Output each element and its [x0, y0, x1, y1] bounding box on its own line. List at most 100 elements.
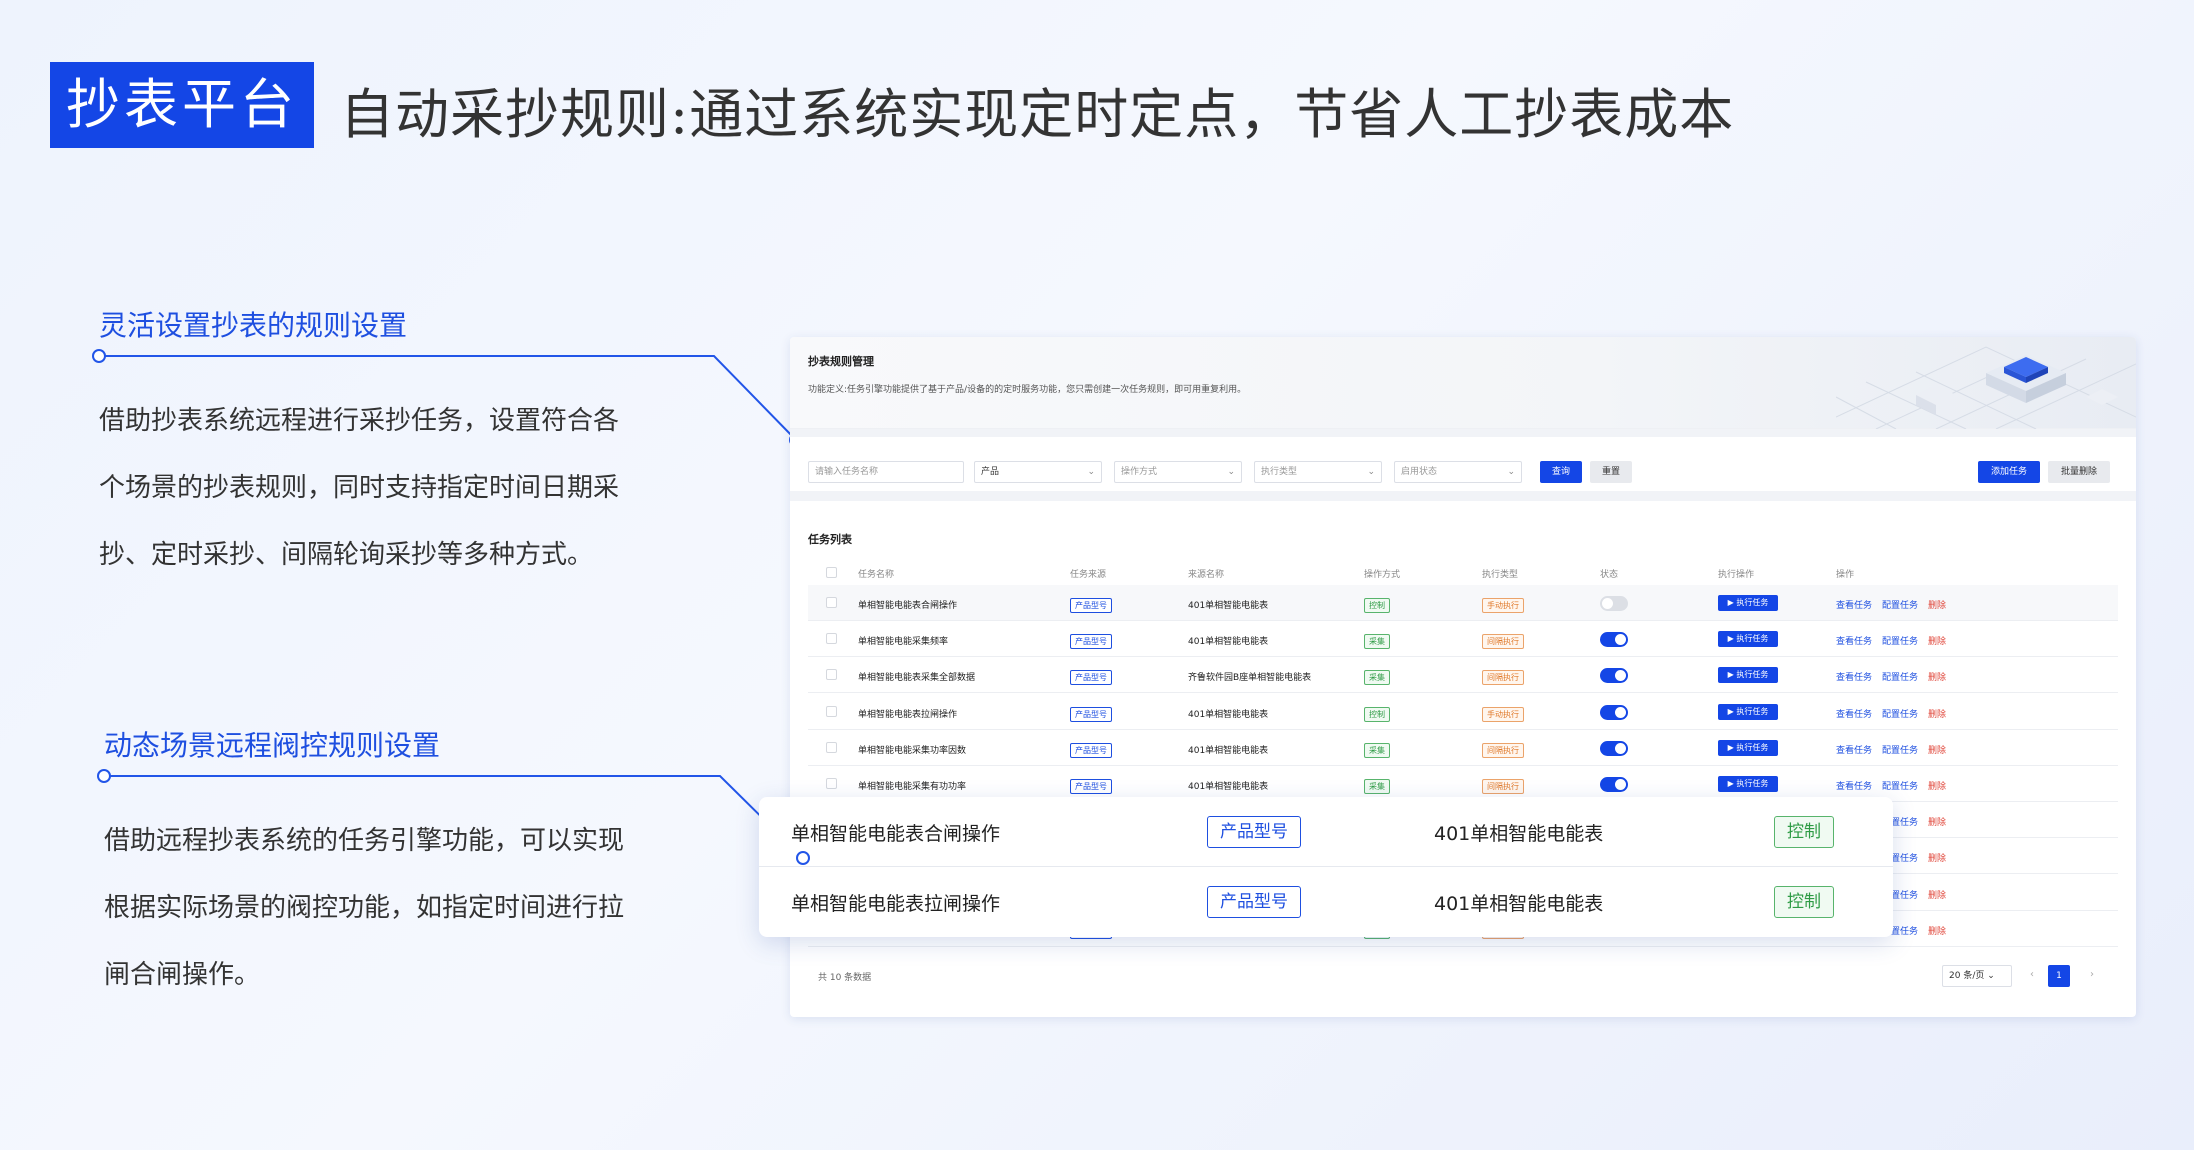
feature-desc-line: 个场景的抄表规则，同时支持指定时间日期采 [99, 473, 620, 503]
exec-type-select[interactable]: 执行类型 ⌄ [1254, 461, 1382, 483]
row-view-link[interactable]: 查看任务 [1836, 598, 1872, 611]
row-source-tag: 产品型号 [1070, 634, 1112, 650]
reset-button[interactable]: 重置 [1590, 461, 1632, 483]
row-source-name: 401单相智能电能表 [1188, 782, 1269, 792]
row-config-link[interactable]: 配置任务 [1882, 707, 1918, 720]
chevron-down-icon: ⌄ [1987, 971, 1995, 981]
row-delete-link[interactable]: 删除 [1928, 779, 1946, 792]
row-task-name: 单相智能电能表合闸操作 [858, 601, 958, 611]
row-status-toggle[interactable] [1600, 596, 1628, 611]
isometric-server-illustration [1836, 346, 2136, 429]
row-view-link[interactable]: 查看任务 [1836, 743, 1872, 756]
row-op-tag: 采集 [1364, 634, 1390, 650]
panel-title: 抄表规则管理 [808, 355, 874, 368]
section-gap [790, 429, 2136, 437]
row-status-toggle[interactable] [1600, 740, 1628, 756]
zoom-source-name: 401单相智能电能表 [1434, 893, 1604, 915]
feature-desc-line: 借助远程抄表系统的任务引擎功能，可以实现 [104, 826, 625, 856]
row-delete-link[interactable]: 删除 [1928, 707, 1946, 720]
row-source-name: 401单相智能电能表 [1188, 637, 1269, 648]
row-delete-link[interactable]: 删除 [1928, 743, 1946, 756]
product-select-value: 产品 [981, 467, 1000, 477]
row-execute-button[interactable]: ▶ 执行任务 [1718, 595, 1778, 611]
row-config-link[interactable]: 配置任务 [1882, 634, 1918, 647]
zoom-op-tag: 控制 [1774, 816, 1834, 848]
row-op-tag: 控制 [1364, 706, 1390, 722]
row-delete-link[interactable]: 删除 [1928, 815, 1946, 828]
task-name-input[interactable]: 请输入任务名称 [808, 461, 964, 483]
row-checkbox[interactable] [826, 633, 837, 645]
zoom-task-name: 单相智能电能表合闸操作 [791, 823, 1001, 845]
product-select[interactable]: 产品 ⌄ [974, 461, 1102, 483]
row-delete-link[interactable]: 删除 [1928, 924, 1946, 937]
batch-delete-button[interactable]: 批量删除 [2048, 461, 2110, 483]
zoom-task-name: 单相智能电能表拉闸操作 [791, 893, 1001, 915]
row-status-toggle[interactable] [1600, 777, 1628, 792]
row-delete-link[interactable]: 删除 [1928, 851, 1946, 864]
add-task-button[interactable]: 添加任务 [1978, 461, 2040, 483]
col-exec-type: 执行类型 [1482, 570, 1519, 580]
task-list-title: 任务列表 [808, 533, 852, 546]
zoom-source-tag: 产品型号 [1207, 886, 1301, 918]
row-execute-button[interactable]: ▶ 执行任务 [1718, 667, 1778, 684]
row-status-toggle[interactable] [1600, 668, 1628, 684]
feature-desc-line: 借助抄表系统远程进行采抄任务，设置符合各 [99, 406, 620, 436]
col-task-source: 任务来源 [1070, 570, 1107, 580]
row-source-tag: 产品型号 [1070, 706, 1112, 722]
enable-state-select[interactable]: 启用状态 ⌄ [1394, 461, 1522, 483]
panel-hero: 抄表规则管理 功能定义:任务引擎功能提供了基于产品/设备的的定时服务功能，您只需… [790, 337, 2136, 429]
row-exec-tag: 间隔执行 [1482, 670, 1524, 686]
row-checkbox[interactable] [826, 778, 837, 789]
table-row: 单相智能电能采集功率因数 产品型号 401单相智能电能表 采集 间隔执行 ▶ 执行任务 查看… [808, 730, 2118, 766]
row-view-link[interactable]: 查看任务 [1836, 634, 1872, 647]
col-actions: 操作 [1836, 570, 1855, 580]
row-execute-button[interactable]: ▶ 执行任务 [1718, 776, 1778, 792]
row-checkbox[interactable] [826, 741, 837, 753]
prev-page-icon[interactable]: ‹ [2030, 969, 2034, 980]
row-execute-button[interactable]: ▶ 执行任务 [1718, 739, 1778, 756]
feature-desc-valve: 借助远程抄表系统的任务引擎功能，可以实现 根据实际场景的阀控功能，如指定时间进行… [104, 808, 704, 1009]
row-view-link[interactable]: 查看任务 [1836, 670, 1872, 683]
row-config-link[interactable]: 配置任务 [1882, 743, 1918, 756]
row-delete-link[interactable]: 删除 [1928, 670, 1946, 683]
page-headline: 自动采抄规则:通过系统实现定时定点，节省人工抄表成本 [340, 83, 1735, 146]
row-config-link[interactable]: 配置任务 [1882, 779, 1918, 792]
query-button[interactable]: 查询 [1540, 461, 1582, 483]
zoom-op-tag: 控制 [1774, 886, 1834, 918]
row-op-tag: 采集 [1364, 779, 1390, 794]
row-op-tag: 控制 [1364, 598, 1390, 613]
row-task-name: 单相智能电能采集功率因数 [858, 745, 967, 756]
row-view-link[interactable]: 查看任务 [1836, 707, 1872, 720]
section-gap [790, 491, 2136, 501]
op-mode-select[interactable]: 操作方式 ⌄ [1114, 461, 1242, 483]
row-execute-button[interactable]: ▶ 执行任务 [1718, 631, 1778, 648]
col-source-name: 来源名称 [1188, 570, 1225, 580]
row-delete-link[interactable]: 删除 [1928, 888, 1946, 901]
table-header: 任务名称 任务来源 来源名称 操作方式 执行类型 状态 执行操作 操作 [808, 559, 2118, 585]
page-size-value: 20 条/页 [1949, 971, 1985, 981]
row-execute-button[interactable]: ▶ 执行任务 [1718, 703, 1778, 720]
feature-desc-rules: 借助抄表系统远程进行采抄任务，设置符合各 个场景的抄表规则，同时支持指定时间日期… [99, 388, 699, 589]
col-op-mode: 操作方式 [1364, 570, 1401, 580]
page-size-select[interactable]: 20 条/页 ⌄ [1942, 965, 2012, 987]
row-config-link[interactable]: 配置任务 [1882, 598, 1918, 611]
row-source-tag: 产品型号 [1070, 779, 1112, 794]
row-source-tag: 产品型号 [1070, 742, 1112, 758]
row-status-toggle[interactable] [1600, 632, 1628, 648]
row-source-name: 401单相智能电能表 [1188, 601, 1269, 611]
col-task-name: 任务名称 [858, 570, 895, 580]
page-1-button[interactable]: 1 [2048, 965, 2070, 987]
next-page-icon[interactable]: › [2090, 969, 2094, 980]
row-status-toggle[interactable] [1600, 704, 1628, 720]
row-source-name: 401单相智能电能表 [1188, 745, 1269, 756]
row-delete-link[interactable]: 删除 [1928, 598, 1946, 611]
row-delete-link[interactable]: 删除 [1928, 634, 1946, 647]
row-checkbox[interactable] [826, 597, 837, 608]
chevron-down-icon: ⌄ [1227, 467, 1235, 477]
row-config-link[interactable]: 配置任务 [1882, 670, 1918, 683]
row-view-link[interactable]: 查看任务 [1836, 779, 1872, 792]
row-checkbox[interactable] [826, 669, 837, 681]
row-checkbox[interactable] [826, 705, 837, 717]
select-all-checkbox[interactable] [826, 567, 837, 578]
table-row: 单相智能电能表合闸操作 产品型号 401单相智能电能表 控制 手动执行 ▶ 执行任务 查看任… [808, 585, 2118, 621]
